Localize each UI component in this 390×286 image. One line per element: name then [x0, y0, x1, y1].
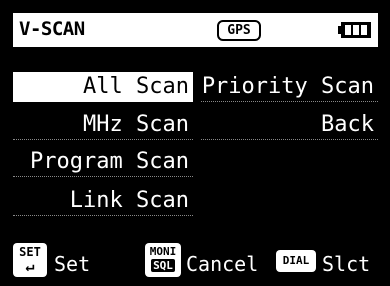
set-key-icon[interactable]: SET ↵: [13, 243, 47, 277]
battery-full-icon: [338, 22, 371, 38]
dial-key-label: DIAL: [282, 254, 310, 267]
menu-item-priority-scan[interactable]: Priority Scan: [201, 72, 378, 102]
menu-item-link-scan[interactable]: Link Scan: [13, 186, 193, 216]
mode-title: V-SCAN: [19, 18, 85, 40]
radio-display: V-SCAN GPS All Scan MHz Scan Program Sca…: [0, 0, 390, 286]
moni-key-label: MONI: [149, 245, 177, 258]
menu-item-label: MHz Scan: [83, 112, 189, 137]
menu-item-all-scan[interactable]: All Scan: [13, 72, 193, 102]
cancel-label: Cancel: [186, 252, 259, 276]
sql-key-label: SQL: [151, 259, 175, 272]
menu-item-back[interactable]: Back: [201, 110, 378, 140]
enter-arrow-icon: ↵: [25, 257, 35, 275]
set-label: Set: [54, 252, 91, 276]
menu-item-label: All Scan: [83, 74, 189, 99]
title-bar: V-SCAN GPS: [13, 13, 378, 47]
select-label: Slct: [322, 252, 371, 276]
moni-sql-key-icon[interactable]: MONI SQL: [145, 243, 181, 277]
dial-key-icon[interactable]: DIAL: [276, 250, 316, 272]
menu-item-label: Program Scan: [30, 149, 189, 174]
gps-badge: GPS: [217, 20, 261, 41]
menu-item-program-scan[interactable]: Program Scan: [13, 147, 193, 177]
menu-item-label: Link Scan: [69, 188, 189, 213]
menu-item-mhz-scan[interactable]: MHz Scan: [13, 110, 193, 140]
menu-item-label: Priority Scan: [201, 74, 374, 99]
menu-item-label: Back: [321, 112, 374, 137]
